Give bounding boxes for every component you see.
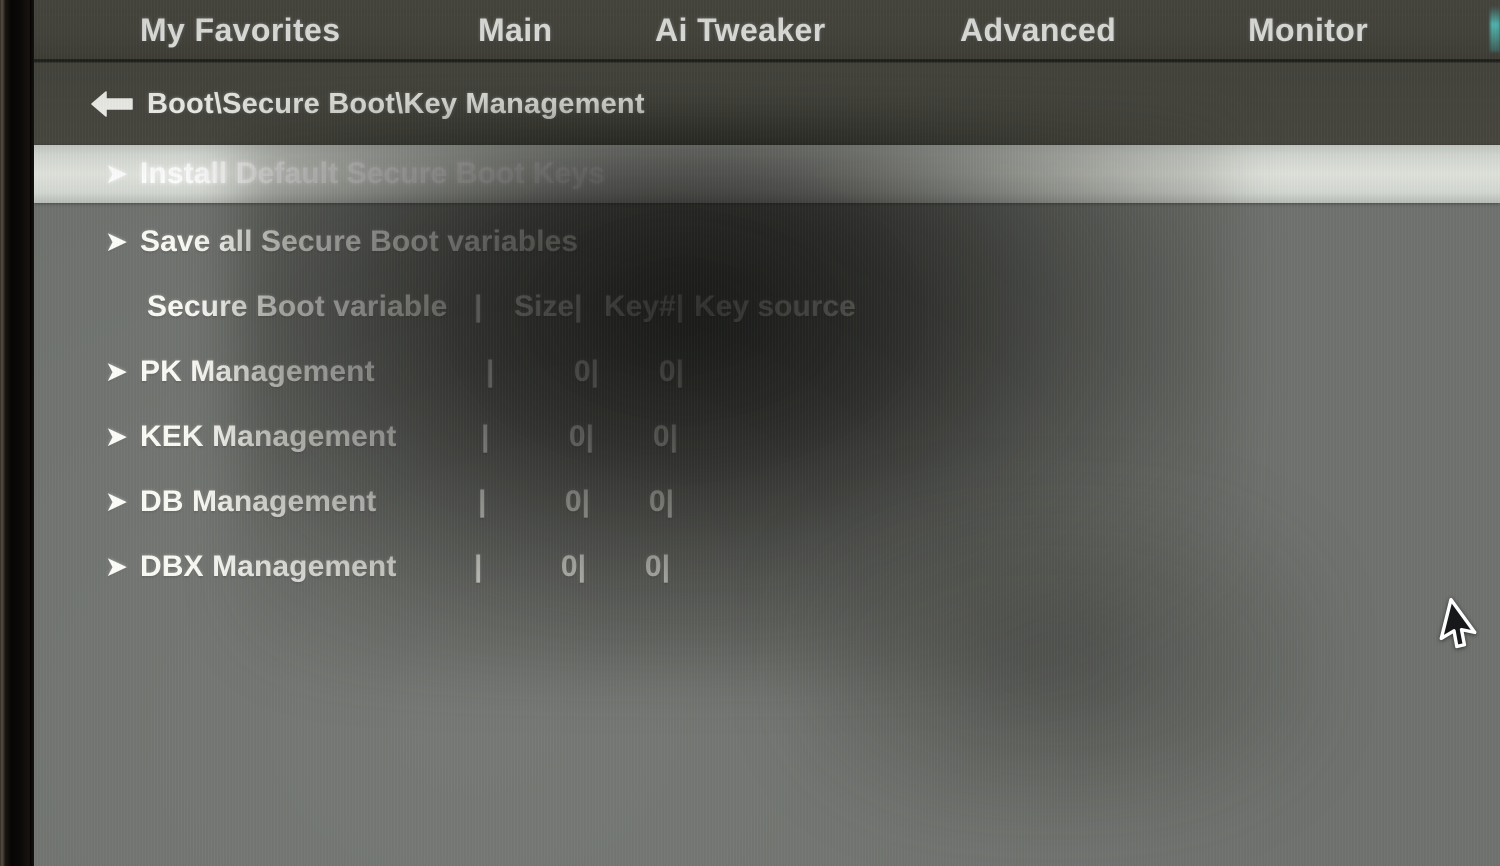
submenu-arrow-icon: ➤ (106, 357, 127, 386)
column-header-keynum: Key#| (604, 290, 685, 323)
menu-item-label: Save all Secure Boot variables (140, 225, 579, 258)
row-pipe: | (474, 550, 483, 583)
row-size-dbx: 0| (560, 550, 586, 583)
table-header-row: Secure Boot variable | Size| Key#| Key s… (34, 278, 1500, 336)
menu-item-install-default-secure-boot-keys[interactable]: ➤ Install Default Secure Boot Keys (34, 145, 1500, 203)
monitor-bezel-sheen (30, 0, 34, 866)
row-pipe: | (486, 355, 495, 388)
row-keynum-db: 0| (648, 485, 674, 518)
column-header-key-source: Key source (694, 290, 856, 323)
row-label-kek: KEK Management (140, 420, 397, 453)
row-keynum-dbx: 0| (644, 550, 670, 583)
menubar-divider (34, 59, 1500, 63)
row-size-pk: 0| (573, 355, 599, 388)
breadcrumb-bar: Boot\Secure Boot\Key Management (34, 63, 1500, 145)
bios-screen: My Favorites Main Ai Tweaker Advanced Mo… (34, 0, 1500, 866)
table-row-dbx-management[interactable]: ➤ DBX Management | 0| 0| (34, 538, 1500, 596)
monitor-bezel-left (0, 0, 34, 866)
menu-item-save-all-secure-boot-variables[interactable]: ➤ Save all Secure Boot variables (34, 213, 1500, 271)
settings-list: ➤ Install Default Secure Boot Keys ➤ Sav… (34, 145, 1500, 866)
monitor-bezel-edge (0, 0, 5, 866)
tab-main[interactable]: Main (478, 12, 553, 49)
tab-ai-tweaker[interactable]: Ai Tweaker (655, 12, 826, 49)
row-size-kek: 0| (568, 420, 594, 453)
row-label-db: DB Management (140, 485, 377, 518)
table-row-db-management[interactable]: ➤ DB Management | 0| 0| (34, 473, 1500, 531)
tab-advanced[interactable]: Advanced (960, 12, 1116, 49)
next-tab-edge-indicator[interactable] (1490, 6, 1500, 52)
tab-my-favorites[interactable]: My Favorites (140, 12, 340, 49)
table-row-kek-management[interactable]: ➤ KEK Management | 0| 0| (34, 408, 1500, 466)
row-label-pk: PK Management (140, 355, 375, 388)
column-header-size: Size| (514, 290, 583, 323)
back-arrow-icon[interactable] (89, 89, 135, 119)
row-keynum-kek: 0| (652, 420, 678, 453)
submenu-arrow-icon: ➤ (106, 159, 127, 188)
submenu-arrow-icon: ➤ (106, 422, 127, 451)
row-keynum-pk: 0| (658, 355, 684, 388)
tab-monitor[interactable]: Monitor (1248, 12, 1368, 49)
breadcrumb-path: Boot\Secure Boot\Key Management (147, 87, 645, 120)
row-size-db: 0| (564, 485, 590, 518)
submenu-arrow-icon: ➤ (106, 487, 127, 516)
mouse-pointer-icon (1438, 597, 1484, 655)
row-pipe: | (478, 485, 487, 518)
submenu-arrow-icon: ➤ (106, 552, 127, 581)
menu-item-label: Install Default Secure Boot Keys (140, 157, 605, 190)
main-menu-bar: My Favorites Main Ai Tweaker Advanced Mo… (34, 0, 1500, 61)
monitor-photo: My Favorites Main Ai Tweaker Advanced Mo… (0, 0, 1500, 866)
submenu-arrow-icon: ➤ (106, 227, 127, 256)
row-label-dbx: DBX Management (140, 550, 397, 583)
column-header-variable: Secure Boot variable (147, 290, 448, 323)
table-row-pk-management[interactable]: ➤ PK Management | 0| 0| (34, 343, 1500, 401)
column-header-pipe: | (474, 290, 483, 323)
row-pipe: | (481, 420, 490, 453)
